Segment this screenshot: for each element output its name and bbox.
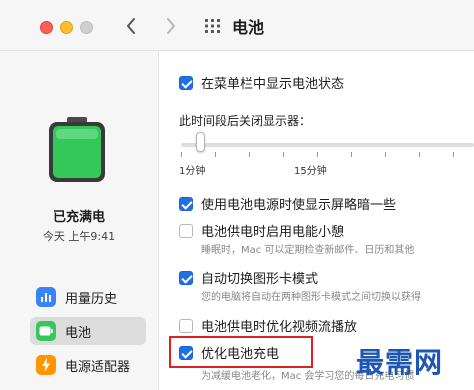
- sidebar-item-label: 电源适配器: [65, 359, 131, 375]
- grid-icon: [205, 19, 220, 33]
- show-status-label: 在菜单栏中显示电池状态: [201, 77, 345, 92]
- display-off-label: 此时间段后关闭显示器：: [179, 114, 312, 128]
- power-nap-checkbox[interactable]: [179, 224, 193, 238]
- slider-tick: [385, 152, 386, 157]
- sidebar-item-label: 电池: [65, 325, 92, 341]
- slider-tick: [351, 152, 352, 157]
- slider-tick-label: 15分钟: [294, 166, 327, 177]
- show-status-row[interactable]: 在菜单栏中显示电池状态: [159, 73, 474, 93]
- sidebar-item-usage-history[interactable]: 用量历史: [30, 283, 146, 311]
- optimized-charging-checkbox[interactable]: [179, 346, 193, 360]
- chevron-right-icon: [167, 18, 175, 34]
- auto-graphics-label: 自动切换图形卡模式: [201, 272, 319, 287]
- sidebar: 已充满电 今天 上午9:41 用量历史 电池 电源适配器: [0, 51, 159, 390]
- battery-status-time: 今天 上午9:41: [42, 230, 116, 243]
- battery-icon: [36, 321, 56, 341]
- power-nap-label: 电池供电时启用电能小憩: [201, 225, 345, 240]
- sidebar-item-power-adapter[interactable]: 电源适配器: [30, 351, 146, 379]
- slider-tick-label: 1分钟: [179, 166, 206, 177]
- auto-graphics-row[interactable]: 自动切换图形卡模式 您的电脑将自动在两种图形卡模式之间切换以获得: [159, 268, 474, 303]
- slider-tick: [453, 152, 454, 157]
- slider-knob[interactable]: [196, 132, 205, 152]
- video-streaming-row[interactable]: 电池供电时优化视频流播放: [159, 316, 474, 336]
- slider-tick: [317, 152, 318, 157]
- close-window-button[interactable]: [40, 21, 53, 34]
- dim-display-label: 使用电池电源时使显示屏略暗一些: [201, 198, 397, 213]
- settings-panel: 在菜单栏中显示电池状态 此时间段后关闭显示器： 1分钟 15分钟 使用电池电源时…: [159, 51, 474, 390]
- battery-status-title: 已充满电: [52, 210, 105, 225]
- zoom-window-button[interactable]: [80, 21, 93, 34]
- show-status-checkbox[interactable]: [179, 76, 193, 90]
- battery-full-icon: [49, 117, 105, 182]
- forward-button[interactable]: [158, 12, 182, 40]
- chevron-left-icon: [127, 18, 135, 34]
- sidebar-item-label: 用量历史: [65, 291, 118, 307]
- dim-display-checkbox[interactable]: [179, 197, 193, 211]
- auto-graphics-checkbox[interactable]: [179, 271, 193, 285]
- slider-tick: [181, 152, 182, 157]
- watermark: 最需网: [356, 346, 444, 379]
- power-nap-row[interactable]: 电池供电时启用电能小憩 睡眠时，Mac 可以定期检查新邮件、日历和其他: [159, 221, 474, 256]
- slider-tick: [215, 152, 216, 157]
- show-all-button[interactable]: [204, 17, 222, 35]
- video-streaming-checkbox[interactable]: [179, 319, 193, 333]
- optimized-charging-label: 优化电池充电: [201, 347, 280, 362]
- back-button[interactable]: [120, 12, 144, 40]
- bolt-icon: [36, 355, 56, 375]
- minimize-window-button[interactable]: [60, 21, 73, 34]
- window-title: 电池: [232, 18, 265, 37]
- bar-chart-icon: [36, 287, 56, 307]
- display-off-slider[interactable]: [181, 143, 474, 147]
- auto-graphics-description: 您的电脑将自动在两种图形卡模式之间切换以获得: [201, 292, 421, 303]
- slider-tick: [419, 152, 420, 157]
- slider-tick: [283, 152, 284, 157]
- sidebar-item-battery[interactable]: 电池: [30, 317, 146, 345]
- power-nap-description: 睡眠时，Mac 可以定期检查新邮件、日历和其他: [201, 245, 415, 256]
- dim-display-row[interactable]: 使用电池电源时使显示屏略暗一些: [159, 194, 474, 214]
- slider-tick: [249, 152, 250, 157]
- title-bar: 电池: [0, 0, 474, 51]
- video-streaming-label: 电池供电时优化视频流播放: [201, 320, 358, 335]
